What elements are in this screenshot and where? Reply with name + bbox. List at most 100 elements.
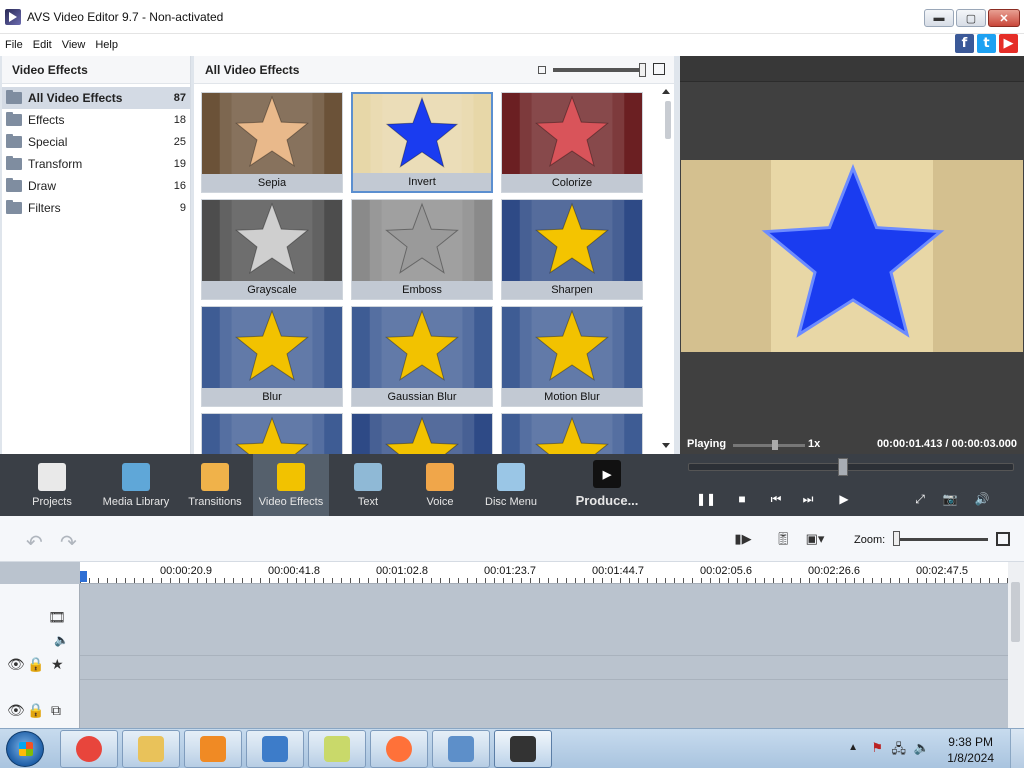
stop-button[interactable]: ■	[734, 492, 750, 506]
gallery-scroll-down-icon[interactable]	[662, 443, 670, 448]
close-button[interactable]: ✕	[988, 9, 1020, 27]
toolbar-video-effects-button[interactable]: Video Effects	[253, 454, 329, 516]
effects-track-visibility-icon[interactable]: 👁	[7, 656, 25, 673]
effect-tile[interactable]: Emboss	[351, 199, 493, 300]
timeline-playhead[interactable]	[80, 571, 87, 582]
folder-icon	[6, 134, 22, 148]
thumb-size-slider-handle[interactable]	[639, 63, 646, 77]
taskbar-app-button[interactable]	[184, 730, 242, 768]
taskbar-app-button[interactable]	[246, 730, 304, 768]
previous-frame-button[interactable]: ⏮	[768, 492, 784, 506]
timeline-track-area[interactable]	[80, 584, 1008, 728]
playback-speed-slider[interactable]	[733, 444, 805, 447]
category-item[interactable]: Transform 19	[2, 153, 190, 175]
toolbar-projects-button[interactable]: Projects	[20, 454, 84, 516]
effect-tile[interactable]	[351, 413, 493, 454]
audio-settings-icon[interactable]: 🎚	[772, 531, 794, 547]
effect-tile[interactable]: Colorize	[501, 92, 643, 193]
preview-seekbar[interactable]	[688, 463, 1014, 471]
effects-track-lock-icon[interactable]: 🔒	[27, 656, 44, 673]
taskbar-app-button[interactable]	[308, 730, 366, 768]
toolbar-voice-button[interactable]: Voice	[410, 454, 470, 516]
volume-tray-icon[interactable]: 🔈	[914, 740, 930, 756]
toolbar-media-library-button[interactable]: Media Library	[100, 454, 172, 516]
taskbar-app-button[interactable]	[60, 730, 118, 768]
pause-button[interactable]: ❚❚	[696, 492, 716, 506]
effect-tile[interactable]	[501, 413, 643, 454]
split-clip-icon[interactable]: ▮▶	[732, 531, 754, 547]
timeline-zoom-slider[interactable]	[896, 538, 988, 541]
preview-seek-handle[interactable]	[838, 458, 849, 476]
network-tray-icon[interactable]: 🖧	[892, 740, 907, 762]
category-item[interactable]: Filters 9	[2, 197, 190, 219]
overlay-track-lock-icon[interactable]: 🔒	[27, 702, 44, 719]
effect-tile[interactable]: Sharpen	[501, 199, 643, 300]
effect-tile[interactable]: Blur	[201, 306, 343, 407]
menu-file[interactable]: File	[0, 39, 28, 51]
next-frame-button[interactable]: ⏭	[800, 492, 816, 506]
taskbar-app-button[interactable]	[432, 730, 490, 768]
play-selection-button[interactable]: ▶	[836, 492, 852, 506]
category-item[interactable]: Effects 18	[2, 109, 190, 131]
playback-speed-handle[interactable]	[772, 440, 778, 450]
folder-icon	[6, 156, 22, 170]
timeline-zoom-handle[interactable]	[893, 531, 900, 546]
effect-tile[interactable]	[201, 413, 343, 454]
overlay-track-visibility-icon[interactable]: 👁	[7, 702, 25, 719]
effect-label: Sharpen	[502, 281, 642, 299]
fit-timeline-icon[interactable]	[996, 532, 1010, 546]
film-icon	[122, 463, 150, 491]
category-item[interactable]: Special 25	[2, 131, 190, 153]
thumb-size-large-icon[interactable]	[653, 63, 665, 75]
menu-help[interactable]: Help	[90, 39, 123, 51]
minimize-button[interactable]: ▬	[924, 9, 954, 27]
thumb-size-slider[interactable]	[553, 68, 643, 72]
toolbar-text-button[interactable]: Text	[338, 454, 398, 516]
thumb-size-small-icon[interactable]	[538, 66, 546, 74]
timeline-scroll-thumb[interactable]	[1011, 582, 1020, 642]
twitter-icon[interactable]: t	[977, 34, 996, 53]
effect-thumbnail	[352, 307, 492, 389]
effect-preview-star-image	[202, 200, 342, 282]
ruler-tick-label: 00:02:05.6	[700, 565, 752, 577]
video-track-mute-icon[interactable]: 🔈	[54, 633, 69, 647]
facebook-icon[interactable]: f	[955, 34, 974, 53]
taskbar-app-button[interactable]	[494, 730, 552, 768]
track-separator	[80, 679, 1008, 680]
category-item[interactable]: All Video Effects 87	[2, 87, 190, 109]
produce-button[interactable]: ▶ Produce...	[575, 454, 639, 516]
youtube-icon[interactable]: ▶	[999, 34, 1018, 53]
action-center-icon[interactable]: ⚑	[871, 740, 883, 756]
start-button[interactable]	[6, 731, 44, 767]
gallery-scrollbar[interactable]	[665, 101, 671, 139]
display-mode-icon[interactable]: ▣▾	[804, 531, 826, 547]
menu-edit[interactable]: Edit	[28, 39, 57, 51]
timeline-vertical-scrollbar[interactable]	[1008, 562, 1024, 728]
taskbar-app-button[interactable]	[122, 730, 180, 768]
toolbar-label: Video Effects	[258, 496, 324, 508]
gallery-scroll-up-icon[interactable]	[662, 89, 670, 94]
clock[interactable]: 9:38 PM 1/8/2024	[947, 734, 994, 766]
timeline-ruler[interactable]: 00:00:20.9 00:00:41.8 00:01:02.8 00:01:23.7…	[80, 562, 1008, 584]
tray-expand-icon[interactable]: ▲	[848, 742, 858, 753]
toolbar-transitions-button[interactable]: Transitions	[184, 454, 246, 516]
effect-tile[interactable]: Gaussian Blur	[351, 306, 493, 407]
category-item[interactable]: Draw 16	[2, 175, 190, 197]
toolbar-disc-menu-button[interactable]: Disc Menu	[480, 454, 542, 516]
taskbar-app-button[interactable]	[370, 730, 428, 768]
show-desktop-button[interactable]	[1010, 729, 1024, 768]
maximize-button[interactable]: ▢	[956, 9, 986, 27]
effect-thumbnail	[202, 200, 342, 282]
redo-button[interactable]: ↷	[60, 530, 77, 555]
effect-tile[interactable]: Invert	[351, 92, 493, 193]
category-label: All Video Effects	[28, 91, 123, 105]
menu-view[interactable]: View	[57, 39, 91, 51]
effect-tile[interactable]: Motion Blur	[501, 306, 643, 407]
effect-tile[interactable]: Grayscale	[201, 199, 343, 300]
fullscreen-button[interactable]: ⤢	[912, 492, 928, 506]
volume-button[interactable]: 🔊	[974, 492, 990, 506]
snapshot-button[interactable]: 📷	[942, 492, 958, 506]
effect-tile[interactable]: Sepia	[201, 92, 343, 193]
effect-preview-star-image	[353, 94, 491, 176]
undo-button[interactable]: ↶	[26, 530, 43, 555]
